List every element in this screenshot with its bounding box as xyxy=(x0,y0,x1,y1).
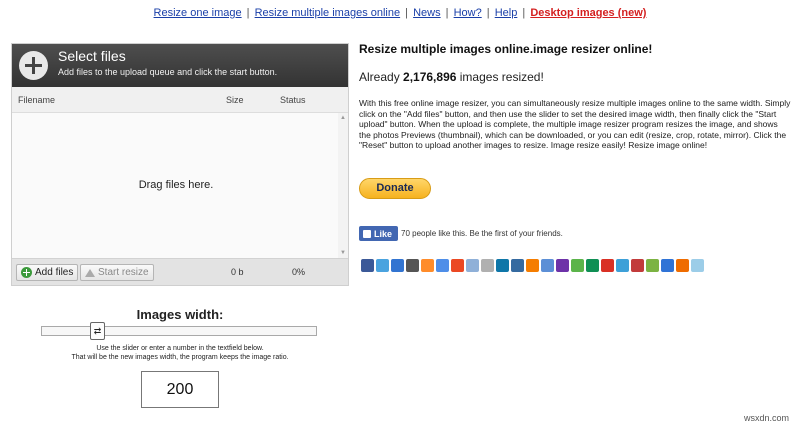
nav-link-desktop-images[interactable]: Desktop images (new) xyxy=(530,7,646,19)
technorati-icon[interactable] xyxy=(571,259,584,272)
blogger-icon[interactable] xyxy=(526,259,539,272)
nav-separator: | xyxy=(522,7,526,19)
upload-subtitle: Add files to the upload queue and click … xyxy=(58,67,278,77)
plus-circle-icon[interactable] xyxy=(19,51,48,80)
mixx-icon[interactable] xyxy=(631,259,644,272)
width-slider-handle[interactable]: ⇄ xyxy=(90,322,105,340)
column-filename: Filename xyxy=(18,95,56,105)
delicious-icon[interactable] xyxy=(391,259,404,272)
friendfeed-icon[interactable] xyxy=(541,259,554,272)
width-hint-line1: Use the slider or enter a number in the … xyxy=(96,345,264,352)
start-resize-label: Start resize xyxy=(98,267,149,278)
upload-header: Select files Add files to the upload que… xyxy=(12,44,348,87)
counter-prefix: Already xyxy=(359,70,404,84)
nav-link-resize-multiple[interactable]: Resize multiple images online xyxy=(255,7,401,19)
resized-counter: Already 2,176,896 images resized! xyxy=(359,70,544,84)
yahoo-icon[interactable] xyxy=(556,259,569,272)
counter-value: 2,176,896 xyxy=(403,70,457,84)
diigo-icon[interactable] xyxy=(661,259,674,272)
column-status: Status xyxy=(280,95,306,105)
donate-button[interactable]: Donate xyxy=(359,178,431,199)
reddit-icon[interactable] xyxy=(421,259,434,272)
drop-hint: Drag files here. xyxy=(138,179,214,191)
total-size: 0 b xyxy=(231,267,244,277)
images-width-label: Images width: xyxy=(136,307,224,322)
scroll-up-icon[interactable]: ▲ xyxy=(340,115,346,121)
newsvine-icon[interactable] xyxy=(586,259,599,272)
file-list-header: Filename Size Status xyxy=(12,87,348,113)
buzz-icon[interactable] xyxy=(676,259,689,272)
width-slider-track[interactable] xyxy=(41,326,317,336)
add-files-button[interactable]: Add files xyxy=(16,264,79,281)
print-icon[interactable] xyxy=(481,259,494,272)
top-navigation: Resize one image | Resize multiple image… xyxy=(0,7,800,19)
total-progress: 0% xyxy=(292,267,306,277)
column-size: Size xyxy=(226,95,244,105)
upload-footer: Add files Start resize 0 b 0% xyxy=(12,258,348,285)
thumbs-up-icon xyxy=(363,229,371,238)
myspace-icon[interactable] xyxy=(406,259,419,272)
digg-icon[interactable] xyxy=(511,259,524,272)
share-plus-icon[interactable] xyxy=(616,259,629,272)
width-hint-line2: That will be the new images width, the p… xyxy=(71,354,289,361)
nav-separator: | xyxy=(246,7,250,19)
twitter-icon[interactable] xyxy=(376,259,389,272)
gmail-icon[interactable] xyxy=(601,259,614,272)
file-list-scrollbar[interactable]: ▲ ▼ xyxy=(338,113,348,258)
email-icon[interactable] xyxy=(466,259,479,272)
page-title: Resize multiple images online.image resi… xyxy=(359,42,653,56)
nav-link-help[interactable]: Help xyxy=(495,7,518,19)
linkedin-icon[interactable] xyxy=(496,259,509,272)
nav-link-how[interactable]: How? xyxy=(454,7,482,19)
width-hint: Use the slider or enter a number in the … xyxy=(20,344,340,362)
upload-title: Select files xyxy=(58,48,126,64)
facebook-icon[interactable] xyxy=(361,259,374,272)
like-count-text: 70 people like this. Be the first of you… xyxy=(401,229,563,238)
add-icon xyxy=(21,267,32,278)
nav-separator: | xyxy=(405,7,409,19)
description-text: With this free online image resizer, you… xyxy=(359,98,791,150)
nav-link-resize-one[interactable]: Resize one image xyxy=(154,7,242,19)
add-files-label: Add files xyxy=(35,267,74,278)
nav-separator: | xyxy=(445,7,449,19)
upload-arrow-icon xyxy=(85,268,95,277)
nav-separator: | xyxy=(486,7,490,19)
watermark: wsxdn.com xyxy=(744,413,790,423)
google-icon[interactable] xyxy=(436,259,449,272)
upload-panel: Select files Add files to the upload que… xyxy=(11,43,349,286)
file-drop-zone[interactable]: Drag files here. ▲ ▼ xyxy=(12,113,348,258)
stumbleupon-icon[interactable] xyxy=(451,259,464,272)
start-resize-button[interactable]: Start resize xyxy=(80,264,154,281)
netvibes-icon[interactable] xyxy=(646,259,659,272)
share-icons-bar xyxy=(361,259,704,272)
like-label: Like xyxy=(374,228,393,239)
scroll-down-icon[interactable]: ▼ xyxy=(340,250,346,256)
facebook-like-button[interactable]: Like xyxy=(359,226,398,241)
width-input[interactable] xyxy=(141,371,219,408)
posterous-icon[interactable] xyxy=(691,259,704,272)
counter-suffix: images resized! xyxy=(456,70,544,84)
nav-link-news[interactable]: News xyxy=(413,7,441,19)
